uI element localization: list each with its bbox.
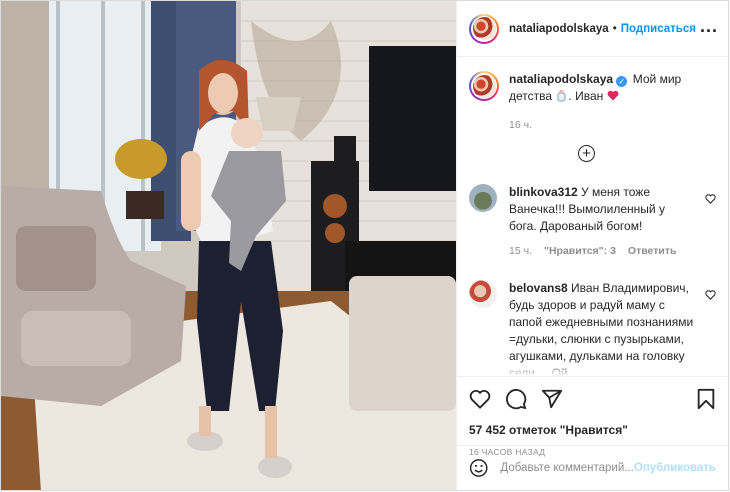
author-username[interactable]: nataliapodolskaya <box>509 23 609 35</box>
post-side-panel: nataliapodolskaya • Подписаться ... nata… <box>456 1 728 490</box>
photo-illustration <box>1 1 456 490</box>
verified-badge-icon: ✓ <box>616 76 628 87</box>
caption-time: 16 ч. <box>509 119 532 131</box>
post-caption: nataliapodolskaya ✓ Мой мир детства . Ив… <box>469 57 716 105</box>
header-separator: • <box>612 22 617 35</box>
scroll-fade <box>457 362 728 376</box>
follow-button[interactable]: Подписаться <box>621 23 696 35</box>
comment-like-heart-icon[interactable] <box>705 290 716 300</box>
caption-username[interactable]: nataliapodolskaya <box>509 72 613 86</box>
comment-avatar[interactable] <box>469 184 497 212</box>
caption-text-2: . Иван <box>568 89 604 103</box>
comment-icon[interactable] <box>505 388 527 410</box>
comment-input[interactable]: Добавьте комментарий... <box>500 462 633 474</box>
add-comment-bar: Добавьте комментарий... Опубликовать <box>457 445 728 490</box>
comment-likes[interactable]: "Нравится": 3 <box>544 243 616 260</box>
bookmark-icon[interactable] <box>696 388 716 410</box>
comment-avatar[interactable] <box>469 280 497 308</box>
instagram-post: nataliapodolskaya • Подписаться ... nata… <box>0 0 729 491</box>
comment-username[interactable]: belovans8 <box>509 281 568 295</box>
post-header: nataliapodolskaya • Подписаться ... <box>457 1 728 57</box>
share-icon[interactable] <box>541 388 563 410</box>
heart-icon[interactable] <box>469 389 491 409</box>
avatar-image <box>472 74 496 98</box>
red-heart-icon <box>607 90 618 101</box>
reply-button[interactable]: Ответить <box>628 243 677 260</box>
author-avatar[interactable] <box>469 13 499 44</box>
baby-bottle-icon <box>557 90 566 102</box>
more-options-icon[interactable]: ... <box>700 17 718 37</box>
smiley-icon[interactable] <box>469 458 488 478</box>
plus-circle-icon[interactable]: + <box>578 145 595 162</box>
publish-button[interactable]: Опубликовать <box>634 462 716 474</box>
comments-area[interactable]: nataliapodolskaya ✓ Мой мир детства . Ив… <box>457 57 728 376</box>
comment-time: 15 ч. <box>509 245 532 257</box>
avatar-image <box>472 17 496 40</box>
comment-item: blinkova312 У меня тоже Ванечка!!! Вымол… <box>469 184 716 260</box>
caption-avatar[interactable] <box>469 71 499 101</box>
caption-body: nataliapodolskaya ✓ Мой мир детства . Ив… <box>509 71 716 105</box>
comment-like-heart-icon[interactable] <box>705 194 716 204</box>
post-photo[interactable] <box>1 1 456 490</box>
likes-count[interactable]: 57 452 отметок "Нравится" <box>469 423 716 437</box>
comment-meta: 15 ч. "Нравится": 3 Ответить <box>509 243 695 260</box>
comment-username[interactable]: blinkova312 <box>509 185 578 199</box>
